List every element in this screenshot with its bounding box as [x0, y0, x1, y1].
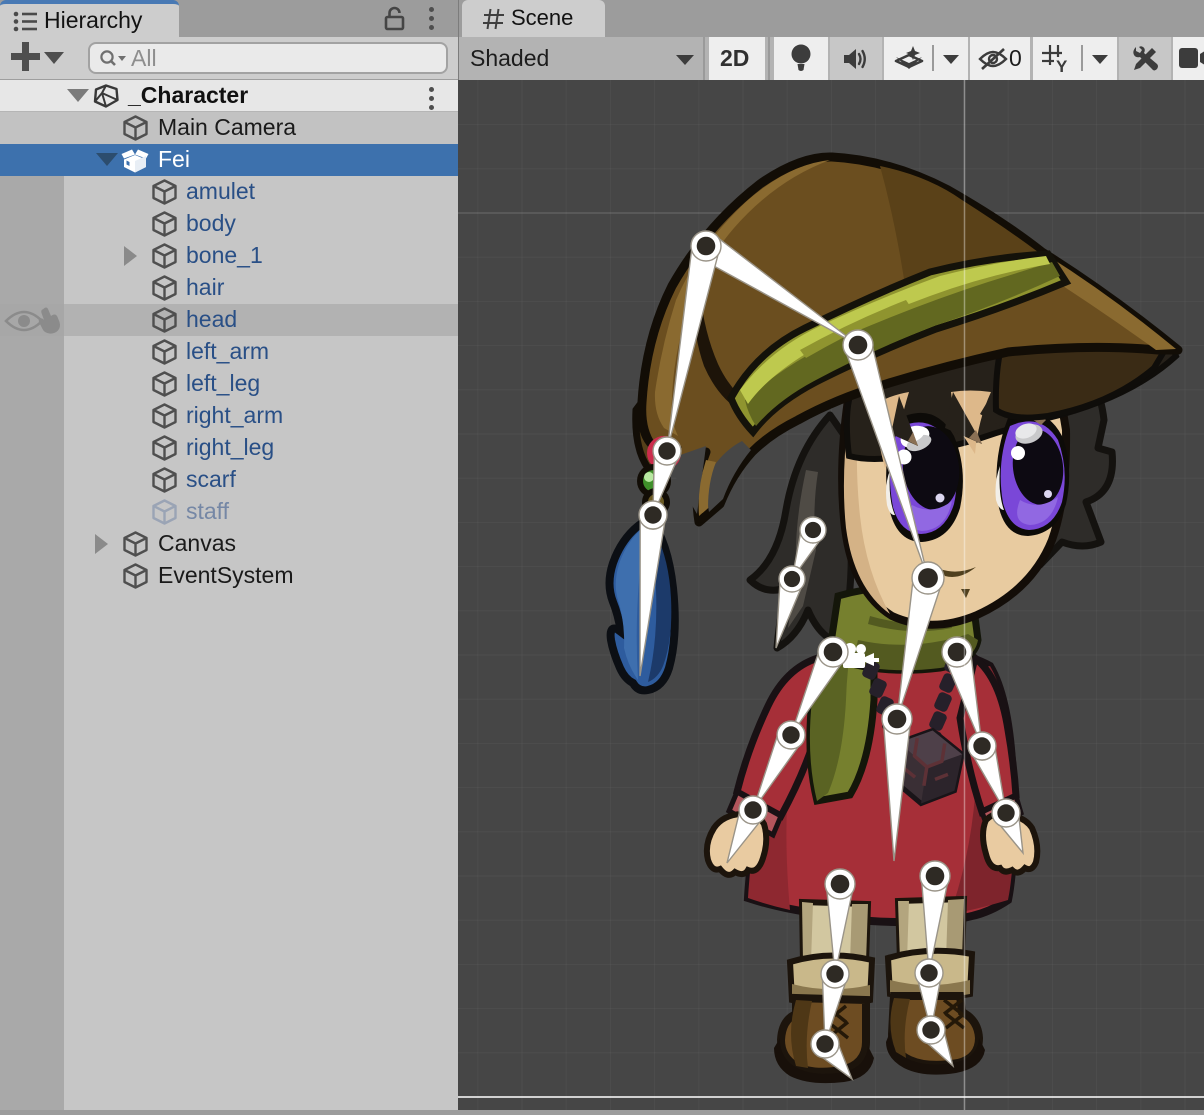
svg-text:Y: Y: [1056, 57, 1068, 74]
